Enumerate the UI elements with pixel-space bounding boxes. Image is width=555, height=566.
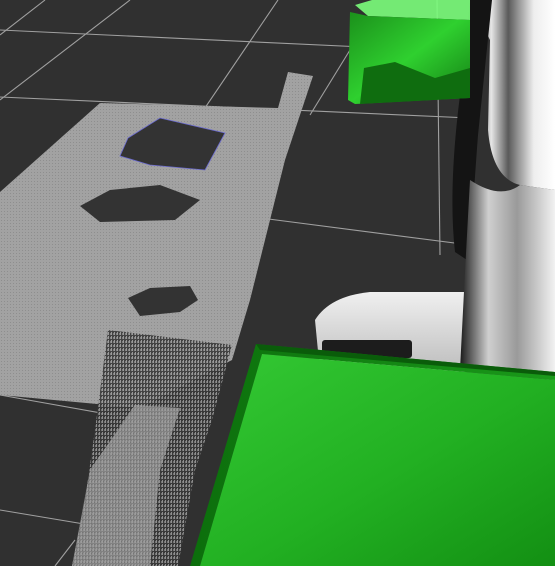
robot-column — [460, 180, 555, 380]
3d-viewport[interactable] — [0, 0, 555, 566]
green-box-front-face — [200, 354, 555, 566]
